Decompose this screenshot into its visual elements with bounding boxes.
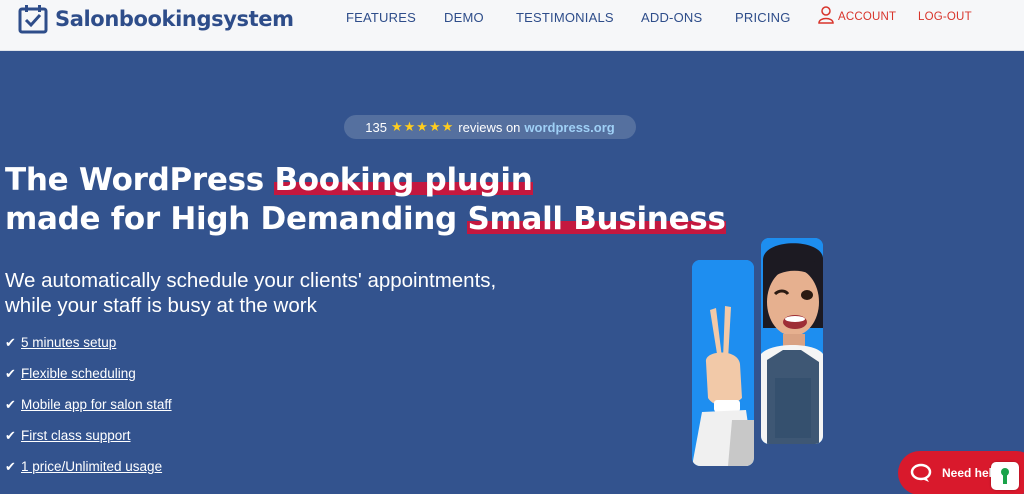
brand-logo-link[interactable]: Salonbookingsystem (18, 4, 294, 34)
review-count: 135 (365, 119, 387, 135)
hero-subheadline: We automatically schedule your clients' … (5, 268, 496, 318)
keyhole-icon (1001, 468, 1009, 484)
calendar-check-icon (18, 5, 48, 34)
subheadline-line-2: while your staff is busy at the work (5, 294, 317, 317)
feature-list: ✔ 5 minutes setup ✔ Flexible scheduling … (5, 335, 172, 490)
feature-item: ✔ Mobile app for salon staff (5, 397, 172, 428)
headline-text: made for High Demanding (5, 201, 468, 237)
feature-link[interactable]: 5 minutes setup (21, 335, 116, 350)
nav-logout[interactable]: LOG-OUT (918, 11, 972, 23)
chat-bubble-icon (910, 463, 932, 482)
check-icon: ✔ (5, 428, 16, 443)
top-navbar: Salonbookingsystem FEATURES DEMO TESTIMO… (0, 0, 1024, 51)
feature-link[interactable]: 1 price/Unlimited usage (21, 459, 162, 474)
review-source-link[interactable]: wordpress.org (524, 120, 614, 135)
subheadline-line-1: We automatically schedule your clients' … (5, 269, 497, 292)
headline-highlight: Small Business (467, 201, 726, 237)
user-icon[interactable] (818, 6, 834, 24)
feature-item: ✔ First class support (5, 428, 172, 459)
hero-headline: The WordPress Booking plugin made for Hi… (5, 161, 726, 239)
feature-link[interactable]: Mobile app for salon staff (21, 397, 172, 412)
feature-item: ✔ 1 price/Unlimited usage (5, 459, 172, 490)
feature-item: ✔ 5 minutes setup (5, 335, 172, 366)
hero-photo-hand (692, 260, 754, 466)
nav-features[interactable]: FEATURES (346, 10, 416, 25)
nav-account[interactable]: ACCOUNT (838, 11, 896, 23)
feature-link[interactable]: First class support (21, 428, 131, 443)
headline-line-1: The WordPress Booking plugin (5, 161, 726, 200)
check-icon: ✔ (5, 459, 16, 474)
brand-name: Salonbookingsystem (55, 7, 294, 31)
nav-testimonials[interactable]: TESTIMONIALS (516, 10, 614, 25)
hero-photo-woman (761, 238, 823, 444)
reviews-badge[interactable]: 135 ★★★★★ reviews on wordpress.org (344, 115, 636, 139)
star-rating-icon: ★★★★★ (390, 119, 455, 134)
feature-item: ✔ Flexible scheduling (5, 366, 172, 397)
accessibility-widget-button[interactable] (991, 462, 1019, 490)
nav-pricing[interactable]: PRICING (735, 10, 791, 25)
nav-demo[interactable]: DEMO (444, 10, 484, 25)
check-icon: ✔ (5, 366, 16, 381)
check-icon: ✔ (5, 335, 16, 350)
headline-text: The WordPress (5, 162, 275, 198)
headline-line-2: made for High Demanding Small Business (5, 200, 726, 239)
nav-addons[interactable]: ADD-ONS (641, 10, 702, 25)
check-icon: ✔ (5, 397, 16, 412)
headline-highlight: Booking plugin (274, 162, 533, 198)
feature-link[interactable]: Flexible scheduling (21, 366, 136, 381)
smiling-woman-image (761, 238, 823, 444)
peace-sign-hand-image (692, 260, 754, 466)
review-text: reviews on (458, 119, 521, 135)
